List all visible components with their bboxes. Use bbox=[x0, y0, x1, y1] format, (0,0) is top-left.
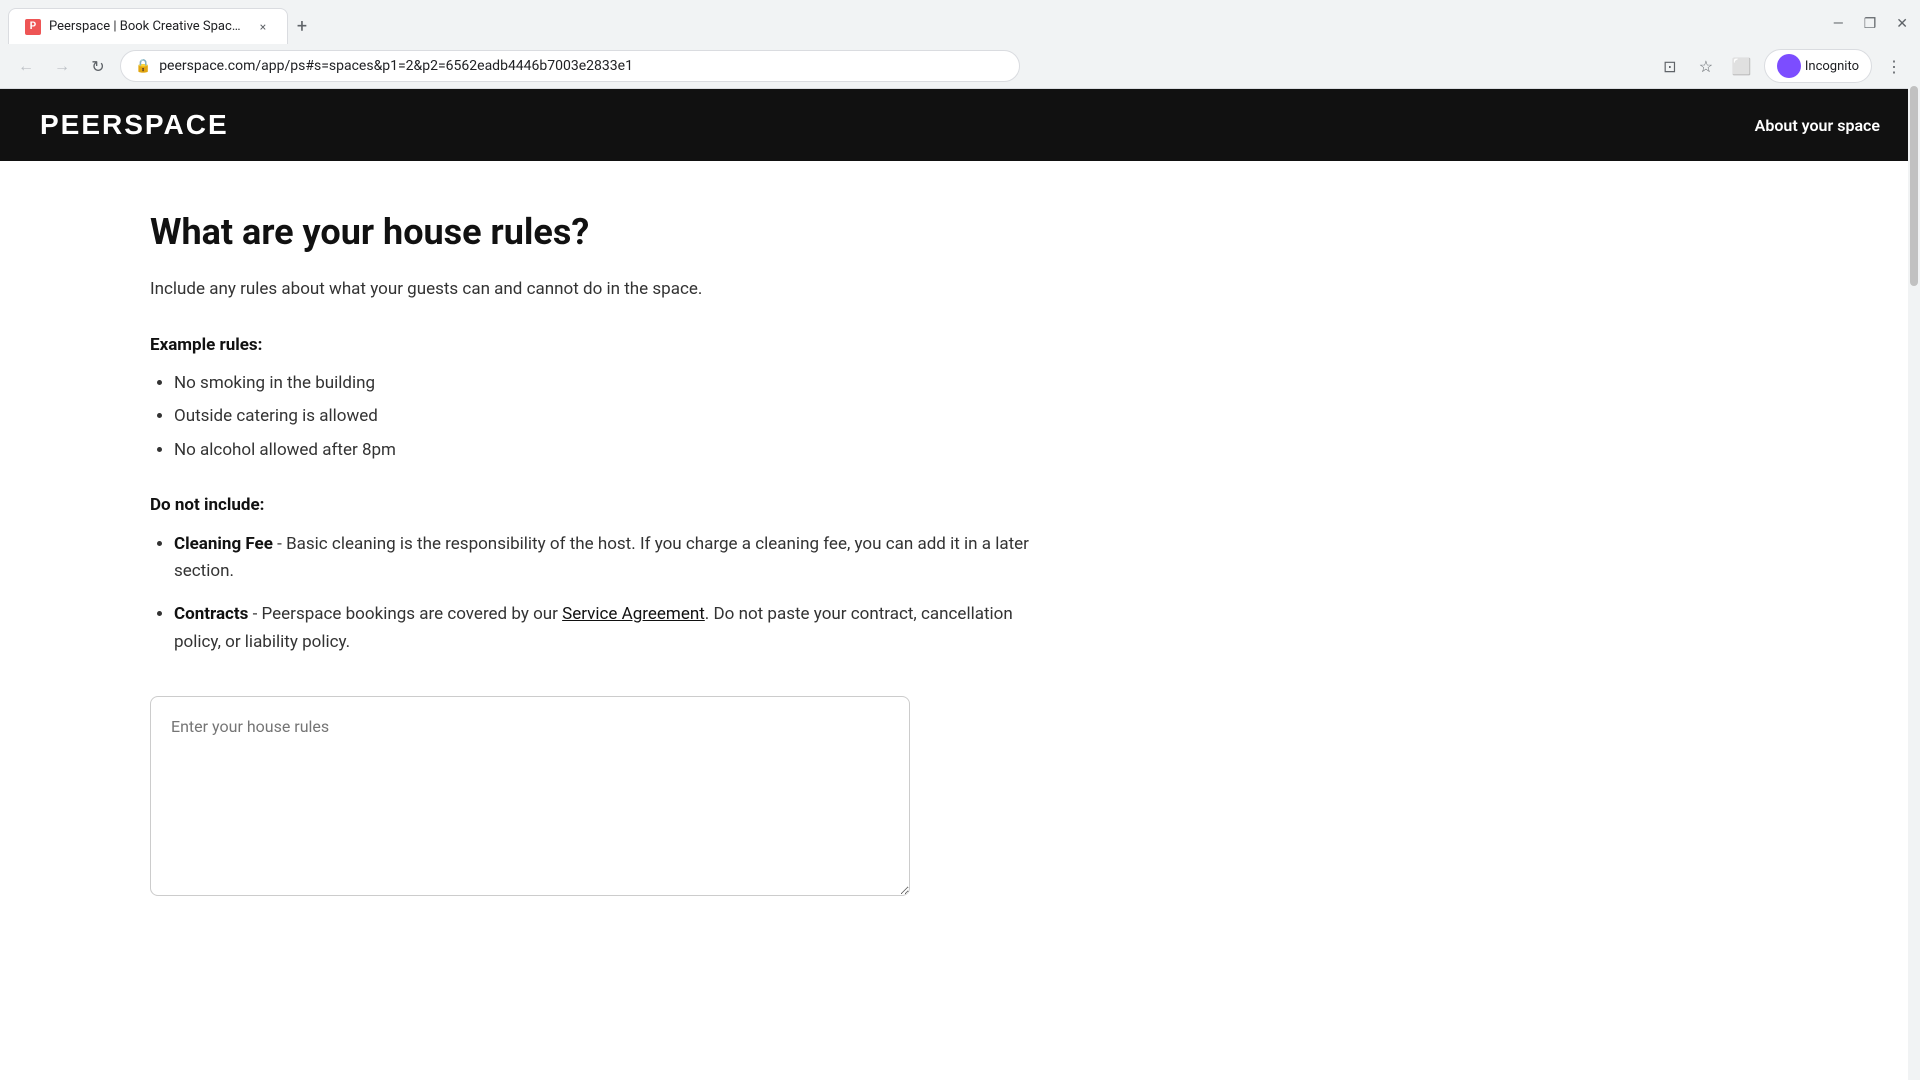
lock-icon: 🔒 bbox=[135, 59, 151, 74]
reload-button[interactable]: ↻ bbox=[84, 52, 112, 80]
example-rules-list: No smoking in the building Outside cater… bbox=[150, 371, 1050, 464]
toolbar-actions: ⊡ ☆ ⬜ Incognito ⋮ bbox=[1656, 49, 1908, 83]
page-title: What are your house rules? bbox=[150, 211, 1050, 253]
scrollbar-thumb[interactable] bbox=[1910, 86, 1918, 286]
about-your-space-link[interactable]: About your space bbox=[1755, 116, 1880, 135]
contracts-text-before: Peerspace bookings are covered by our bbox=[262, 604, 563, 624]
list-item: No alcohol allowed after 8pm bbox=[174, 438, 1050, 464]
browser-chrome: P Peerspace | Book Creative Space... × +… bbox=[0, 0, 1920, 89]
cleaning-fee-term: Cleaning Fee bbox=[174, 534, 273, 554]
contracts-term: Contracts bbox=[174, 604, 248, 624]
address-bar[interactable]: 🔒 peerspace.com/app/ps#s=spaces&p1=2&p2=… bbox=[120, 50, 1020, 82]
window-controls: — ❐ ✕ bbox=[1821, 8, 1920, 40]
bookmark-star-icon[interactable]: ☆ bbox=[1692, 52, 1720, 80]
profile-button[interactable]: Incognito bbox=[1764, 49, 1872, 83]
site-header: PEERSPACE About your space bbox=[0, 89, 1920, 161]
cleaning-fee-text: Basic cleaning is the responsibility of … bbox=[174, 534, 1029, 581]
active-tab[interactable]: P Peerspace | Book Creative Space... × bbox=[8, 8, 288, 44]
minimize-button[interactable]: — bbox=[1833, 16, 1844, 32]
cleaning-fee-separator: - bbox=[273, 534, 286, 554]
profile-avatar bbox=[1777, 54, 1801, 78]
main-content: What are your house rules? Include any r… bbox=[0, 161, 1200, 950]
house-rules-textarea[interactable] bbox=[150, 696, 910, 896]
list-item: Cleaning Fee - Basic cleaning is the res… bbox=[174, 531, 1050, 585]
do-not-include-list: Cleaning Fee - Basic cleaning is the res… bbox=[150, 531, 1050, 656]
scrollbar[interactable] bbox=[1908, 84, 1920, 1080]
tab-favicon: P bbox=[25, 19, 41, 35]
do-not-include-label: Do not include: bbox=[150, 495, 1050, 515]
list-item: No smoking in the building bbox=[174, 371, 1050, 397]
forward-button[interactable]: → bbox=[48, 52, 76, 80]
service-agreement-link[interactable]: Service Agreement bbox=[562, 604, 705, 624]
maximize-button[interactable]: ❐ bbox=[1864, 16, 1877, 32]
tab-close-button[interactable]: × bbox=[255, 19, 271, 35]
contracts-separator: - bbox=[248, 604, 261, 624]
close-window-button[interactable]: ✕ bbox=[1896, 16, 1908, 32]
extension-icon[interactable]: ⬜ bbox=[1728, 52, 1756, 80]
new-tab-button[interactable]: + bbox=[288, 12, 316, 40]
address-bar-row: ← → ↻ 🔒 peerspace.com/app/ps#s=spaces&p1… bbox=[0, 44, 1920, 88]
menu-button[interactable]: ⋮ bbox=[1880, 52, 1908, 80]
list-item: Contracts - Peerspace bookings are cover… bbox=[174, 601, 1050, 655]
house-rules-textarea-container bbox=[150, 696, 1050, 900]
list-item: Outside catering is allowed bbox=[174, 404, 1050, 430]
logo[interactable]: PEERSPACE bbox=[40, 109, 229, 141]
back-button[interactable]: ← bbox=[12, 52, 40, 80]
tab-title: Peerspace | Book Creative Space... bbox=[49, 19, 247, 34]
intro-text: Include any rules about what your guests… bbox=[150, 277, 1050, 303]
url-text: peerspace.com/app/ps#s=spaces&p1=2&p2=65… bbox=[159, 58, 1005, 74]
incognito-label: Incognito bbox=[1805, 59, 1859, 74]
cast-icon[interactable]: ⊡ bbox=[1656, 52, 1684, 80]
example-rules-label: Example rules: bbox=[150, 335, 1050, 355]
